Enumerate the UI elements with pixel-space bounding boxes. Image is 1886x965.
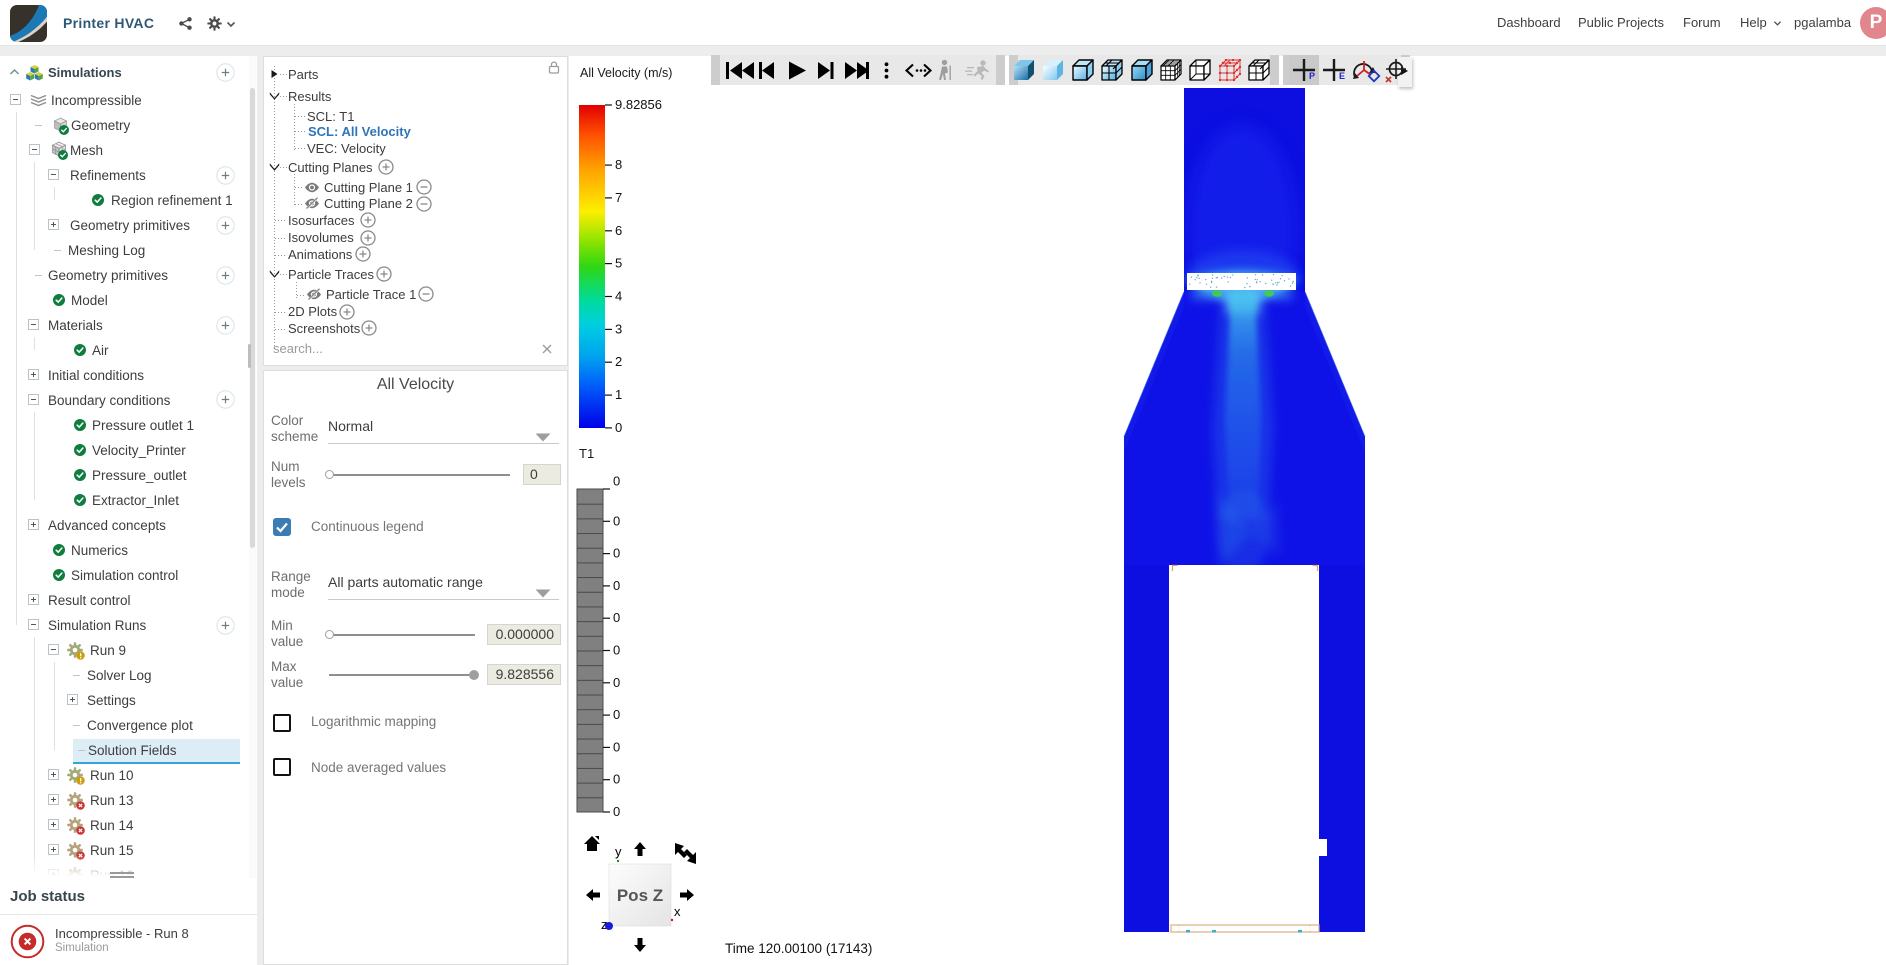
svg-text:0: 0 xyxy=(615,420,622,435)
svg-text:1: 1 xyxy=(615,387,622,402)
svg-text:0: 0 xyxy=(613,610,620,625)
svg-text:Pos Z: Pos Z xyxy=(617,886,663,905)
svg-text:0: 0 xyxy=(613,513,620,528)
svg-text:0: 0 xyxy=(613,675,620,690)
svg-text:6: 6 xyxy=(615,223,622,238)
svg-text:0: 0 xyxy=(613,643,620,658)
svg-text:x: x xyxy=(674,904,681,919)
svg-text:0: 0 xyxy=(613,707,620,722)
svg-text:0: 0 xyxy=(613,772,620,787)
svg-text:0: 0 xyxy=(613,546,620,561)
svg-text:7: 7 xyxy=(615,190,622,205)
svg-text:8: 8 xyxy=(615,157,622,172)
svg-text:0: 0 xyxy=(613,804,620,819)
svg-text:5: 5 xyxy=(615,256,622,271)
svg-text:y: y xyxy=(615,844,622,859)
svg-text:2: 2 xyxy=(615,354,622,369)
svg-text:4: 4 xyxy=(615,289,622,304)
svg-text:9.82856: 9.82856 xyxy=(615,97,662,112)
svg-text:0: 0 xyxy=(613,474,620,489)
svg-text:0: 0 xyxy=(613,578,620,593)
svg-text:0: 0 xyxy=(613,739,620,754)
svg-text:3: 3 xyxy=(615,321,622,336)
